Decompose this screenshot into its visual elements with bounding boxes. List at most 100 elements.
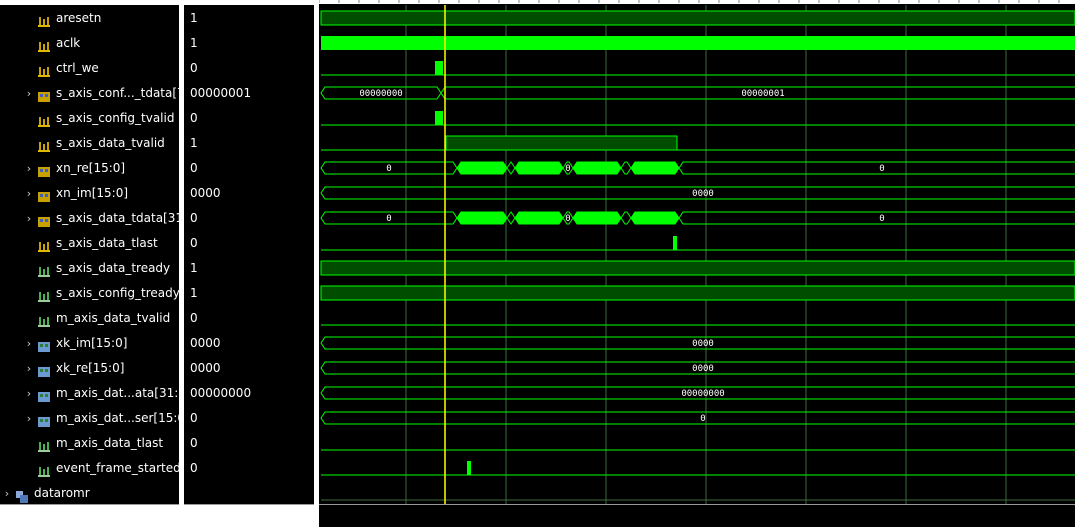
signal-value: 00000000 <box>190 386 252 400</box>
signal-row-s-axis-config-tvalid[interactable]: s_axis_config_tvalid <box>0 106 179 131</box>
signal-row-aclk[interactable]: aclk <box>0 31 179 56</box>
signal-value-row[interactable]: 0 <box>184 431 314 456</box>
names-scrollbar[interactable] <box>0 504 179 527</box>
signal-row-s-axis-conf-tdata-7[interactable]: › s_axis_conf..._tdata[7: <box>0 81 179 106</box>
signal-row-m-axis-dat-ser-15-0[interactable]: › m_axis_dat...ser[15:0] <box>0 406 179 431</box>
expand-chevron-icon[interactable]: › <box>24 331 34 356</box>
signal-value: 0000 <box>190 361 221 375</box>
expand-chevron-icon[interactable]: › <box>24 81 34 106</box>
signal-value: 0 <box>190 111 198 125</box>
high-level-block <box>445 135 678 151</box>
signal-value-row[interactable]: 1 <box>184 131 314 156</box>
signal-row-s-axis-data-tready[interactable]: s_axis_data_tready <box>0 256 179 281</box>
pulse <box>467 461 471 475</box>
signal-value-row[interactable]: 0 <box>184 206 314 231</box>
signal-value: 0 <box>190 311 198 325</box>
signal-row-xk-im-15-0[interactable]: › xk_im[15:0] <box>0 331 179 356</box>
group-name: dataromr <box>34 486 90 500</box>
waveform-canvas[interactable]: 00000000 000000010 0 000000 0 000000000000000… <box>319 0 1075 527</box>
bus-value-label: 00000001 <box>741 89 784 99</box>
bus-segment <box>620 161 632 175</box>
signal-value-row[interactable]: 00000000 <box>184 381 314 406</box>
signal-value: 0000 <box>190 186 221 200</box>
group-row-dataromr[interactable]: › dataromr <box>0 481 179 506</box>
signal-row-m-axis-data-tvalid[interactable]: m_axis_data_tvalid <box>0 306 179 331</box>
signal-value: 0 <box>190 61 198 75</box>
bus-value-label: 0 <box>386 214 391 224</box>
signal-name: m_axis_data_tvalid <box>56 311 171 325</box>
bus-value-label: 0 <box>565 214 570 224</box>
output-bus-icon <box>38 412 50 427</box>
signal-name: s_axis_data_tlast <box>56 236 158 250</box>
signal-name: aclk <box>56 36 81 50</box>
expand-chevron-icon[interactable]: › <box>24 381 34 406</box>
signal-value: 0 <box>190 436 198 450</box>
bus-signal-icon <box>38 187 50 202</box>
bus-value-label: 0 <box>565 164 570 174</box>
expand-chevron-icon[interactable]: › <box>24 156 34 181</box>
bus-segment <box>514 211 564 225</box>
output-signal-icon <box>38 462 50 477</box>
signal-name: m_axis_data_tlast <box>56 436 164 450</box>
signal-row-ctrl-we[interactable]: ctrl_we <box>0 56 179 81</box>
signal-row-event-frame-started[interactable]: event_frame_started <box>0 456 179 481</box>
signal-row-s-axis-data-tvalid[interactable]: s_axis_data_tvalid <box>0 131 179 156</box>
bus-signal-icon <box>38 162 50 177</box>
expand-chevron-icon[interactable]: › <box>2 481 12 506</box>
signal-value-row[interactable]: 0000 <box>184 331 314 356</box>
signal-row-m-axis-dat-ata-31-0[interactable]: › m_axis_dat...ata[31:0] <box>0 381 179 406</box>
signal-value-row[interactable]: 0 <box>184 231 314 256</box>
time-ruler <box>319 0 1075 4</box>
bus-segment <box>514 161 564 175</box>
clock-waveform <box>321 36 1075 50</box>
signal-value-row[interactable]: 0 <box>184 56 314 81</box>
signal-value-row[interactable]: 0 <box>184 456 314 481</box>
pulse <box>673 236 677 250</box>
signal-row-aresetn[interactable]: aresetn <box>0 6 179 31</box>
expand-chevron-icon[interactable]: › <box>24 406 34 431</box>
waveform-bottom-bar <box>319 504 1075 527</box>
signal-value-row[interactable]: 1 <box>184 6 314 31</box>
bus-segment <box>320 411 1075 425</box>
signal-value-row[interactable]: 1 <box>184 31 314 56</box>
signal-value-row[interactable]: 1 <box>184 281 314 306</box>
bus-value-label: 0000 <box>692 189 714 199</box>
signal-value-row[interactable]: 00000001 <box>184 81 314 106</box>
signal-row-xn-im-15-0[interactable]: › xn_im[15:0] <box>0 181 179 206</box>
output-bus-icon <box>38 387 50 402</box>
signal-value: 1 <box>190 136 198 150</box>
signal-name: event_frame_started <box>56 461 179 475</box>
signal-value: 0 <box>190 161 198 175</box>
bus-segment <box>572 211 622 225</box>
waveform-pane[interactable]: 00000000 00000001 0 0 0 0000 0 0 0 0000 0000 000000… <box>319 0 1075 527</box>
signal-value-row[interactable]: 0 <box>184 406 314 431</box>
bus-value-label: 0000 <box>692 339 714 349</box>
signal-name: xn_im[15:0] <box>56 186 129 200</box>
signal-row-s-axis-config-tready[interactable]: s_axis_config_tready <box>0 281 179 306</box>
signal-name: aresetn <box>56 11 102 25</box>
signal-row-xk-re-15-0[interactable]: › xk_re[15:0] <box>0 356 179 381</box>
signal-value-row[interactable]: 0000 <box>184 356 314 381</box>
bus-value-label: 0 <box>700 414 705 424</box>
output-signal-icon <box>38 287 50 302</box>
signal-value-row[interactable]: 0 <box>184 306 314 331</box>
signal-value-row[interactable]: 0 <box>184 156 314 181</box>
expand-chevron-icon[interactable]: › <box>24 206 34 231</box>
signal-row-m-axis-data-tlast[interactable]: m_axis_data_tlast <box>0 431 179 456</box>
signal-value-row[interactable]: 0000 <box>184 181 314 206</box>
bus-segment <box>630 211 680 225</box>
signal-value-row[interactable]: 1 <box>184 256 314 281</box>
signal-value: 00000001 <box>190 86 252 100</box>
signal-row-s-axis-data-tdata-31[interactable]: › s_axis_data_tdata[31:( <box>0 206 179 231</box>
expand-chevron-icon[interactable]: › <box>24 356 34 381</box>
bus-segment <box>456 211 508 225</box>
signal-row-s-axis-data-tlast[interactable]: s_axis_data_tlast <box>0 231 179 256</box>
values-scrollbar[interactable] <box>184 504 314 527</box>
signal-row-xn-re-15-0[interactable]: › xn_re[15:0] <box>0 156 179 181</box>
signal-value: 0 <box>190 461 198 475</box>
expand-chevron-icon[interactable]: › <box>24 181 34 206</box>
signal-value-row[interactable]: 0 <box>184 106 314 131</box>
signal-name: xk_re[15:0] <box>56 361 125 375</box>
signal-name: xn_re[15:0] <box>56 161 126 175</box>
pulse <box>435 61 443 75</box>
